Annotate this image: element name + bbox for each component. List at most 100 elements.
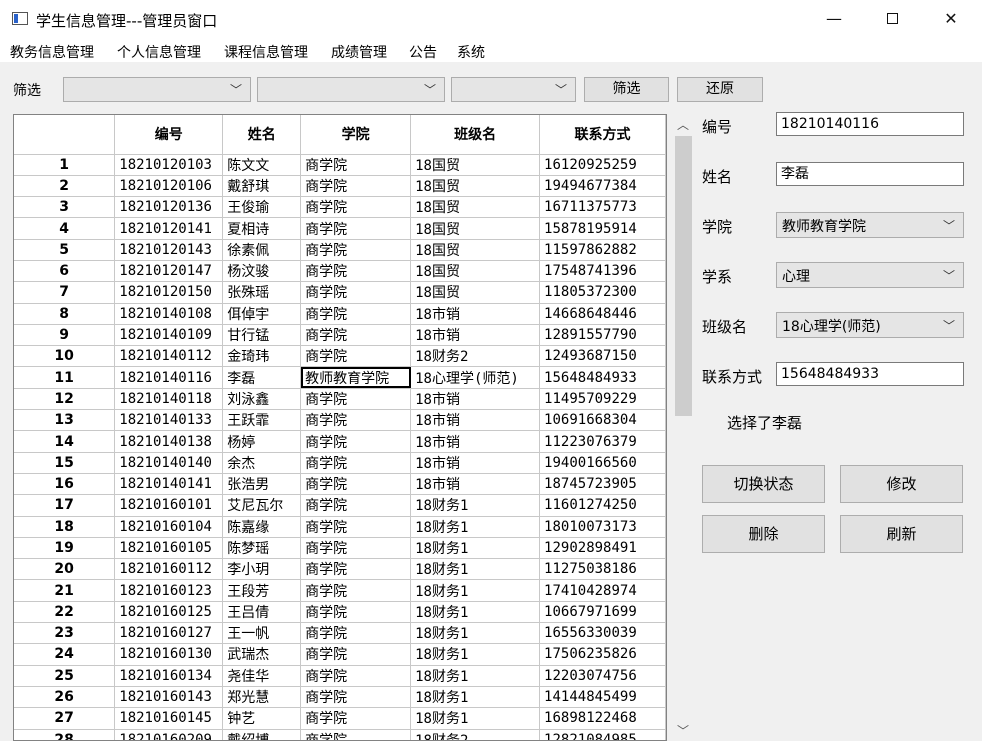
table-row[interactable]: 7 18210120150 张殊瑶 商学院 18国贸 11805372300 [14, 281, 666, 304]
college-cell[interactable]: 商学院 [300, 196, 412, 219]
phone-cell[interactable]: 19494677384 [539, 175, 666, 198]
class-cell[interactable]: 18市销 [410, 473, 541, 496]
menu-personal[interactable]: 个人信息管理 [117, 42, 201, 62]
table-row[interactable]: 25 18210160134 尧佳华 商学院 18财务1 12203074756 [14, 665, 666, 687]
phone-cell[interactable]: 16898122468 [539, 707, 666, 730]
delete-button[interactable]: 删除 [702, 515, 825, 553]
phone-cell[interactable]: 11597862882 [539, 239, 666, 261]
class-select[interactable]: 18心理学(师范) ﹀ [776, 312, 964, 338]
college-cell[interactable]: 商学院 [300, 452, 412, 474]
college-cell[interactable]: 商学院 [300, 516, 412, 538]
class-cell[interactable]: 18市销 [410, 388, 541, 411]
phone-cell[interactable]: 11601274250 [539, 494, 666, 517]
row-number[interactable]: 26 [14, 686, 116, 709]
student-id-cell[interactable]: 18210120141 [114, 217, 224, 240]
student-name-cell[interactable]: 王俊瑜 [222, 196, 302, 219]
phone-cell[interactable]: 17410428974 [539, 579, 666, 602]
id-field[interactable]: 18210140116 [776, 112, 964, 136]
phone-cell[interactable]: 11223076379 [539, 430, 666, 453]
phone-cell[interactable]: 11805372300 [539, 281, 666, 304]
phone-cell[interactable]: 15878195914 [539, 217, 666, 240]
student-name-cell[interactable]: 李磊 [222, 366, 302, 389]
student-name-cell[interactable]: 钟艺 [222, 707, 302, 730]
student-id-cell[interactable]: 18210140108 [114, 303, 224, 325]
college-cell[interactable]: 商学院 [300, 409, 412, 432]
student-id-cell[interactable]: 18210120143 [114, 239, 224, 261]
filter-combo-1[interactable]: ﹀ [63, 77, 251, 102]
table-row[interactable]: 15 18210140140 余杰 商学院 18市销 19400166560 [14, 452, 666, 474]
student-name-cell[interactable]: 陈嘉缘 [222, 516, 302, 538]
filter-button[interactable]: 筛选 [584, 77, 669, 102]
student-id-cell[interactable]: 18210140112 [114, 345, 224, 368]
student-name-cell[interactable]: 张殊瑶 [222, 281, 302, 304]
student-name-cell[interactable]: 王吕倩 [222, 601, 302, 624]
student-id-cell[interactable]: 18210160134 [114, 665, 224, 687]
student-id-cell[interactable]: 18210120103 [114, 154, 224, 176]
class-cell[interactable]: 18财务1 [410, 579, 541, 602]
class-cell[interactable]: 18财务1 [410, 643, 541, 666]
phone-cell[interactable]: 18745723905 [539, 473, 666, 496]
table-row[interactable]: 17 18210160101 艾尼瓦尔 商学院 18财务1 11601274250 [14, 494, 666, 517]
phone-header[interactable]: 联系方式 [539, 115, 666, 155]
table-row[interactable]: 4 18210120141 夏相诗 商学院 18国贸 15878195914 [14, 217, 666, 240]
student-name-cell[interactable]: 李小玥 [222, 558, 302, 581]
table-row[interactable]: 28 18210160209 戴绍博 商学院 18财务2 12821084985 [14, 729, 666, 740]
student-table[interactable]: 编号 姓名 学院 班级名 联系方式 1 18210120103 陈文文 商学院 18国贸 1612… [13, 114, 667, 741]
row-number[interactable]: 14 [14, 430, 116, 453]
id-header[interactable]: 编号 [114, 115, 224, 155]
row-number[interactable]: 20 [14, 558, 116, 581]
phone-cell[interactable]: 15648484933 [539, 366, 666, 389]
menu-academic[interactable]: 教务信息管理 [10, 42, 94, 62]
student-id-cell[interactable]: 18210160101 [114, 494, 224, 517]
row-number[interactable]: 25 [14, 665, 116, 687]
row-number[interactable]: 1 [14, 154, 116, 176]
toggle-status-button[interactable]: 切换状态 [702, 465, 825, 503]
row-number[interactable]: 22 [14, 601, 116, 624]
row-number[interactable]: 28 [14, 729, 116, 740]
scroll-up-icon[interactable]: ︿ [677, 116, 689, 133]
phone-cell[interactable]: 14668648446 [539, 303, 666, 325]
refresh-button[interactable]: 刷新 [840, 515, 963, 553]
class-cell[interactable]: 18市销 [410, 409, 541, 432]
table-row[interactable]: 14 18210140138 杨婷 商学院 18市销 11223076379 [14, 430, 666, 453]
table-row[interactable]: 22 18210160125 王吕倩 商学院 18财务1 10667971699 [14, 601, 666, 624]
phone-cell[interactable]: 12902898491 [539, 537, 666, 560]
college-cell[interactable]: 商学院 [300, 239, 412, 261]
college-cell[interactable]: 商学院 [300, 154, 412, 176]
student-id-cell[interactable]: 18210160112 [114, 558, 224, 581]
student-name-cell[interactable]: 王跃霏 [222, 409, 302, 432]
row-number[interactable]: 17 [14, 494, 116, 517]
phone-cell[interactable]: 16120925259 [539, 154, 666, 176]
table-row[interactable]: 9 18210140109 甘行锰 商学院 18市销 12891557790 [14, 324, 666, 347]
table-scrollbar[interactable]: ︿ ﹀ [672, 114, 694, 741]
row-number[interactable]: 23 [14, 622, 116, 645]
table-row[interactable]: 8 18210140108 佴倬宇 商学院 18市销 14668648446 [14, 303, 666, 325]
student-name-cell[interactable]: 王段芳 [222, 579, 302, 602]
class-cell[interactable]: 18财务1 [410, 494, 541, 517]
menu-system[interactable]: 系统 [457, 42, 485, 62]
student-id-cell[interactable]: 18210140109 [114, 324, 224, 347]
college-cell[interactable]: 商学院 [300, 303, 412, 325]
student-id-cell[interactable]: 18210140138 [114, 430, 224, 453]
table-row[interactable]: 23 18210160127 王一帆 商学院 18财务1 16556330039 [14, 622, 666, 645]
class-cell[interactable]: 18财务1 [410, 537, 541, 560]
row-number[interactable]: 18 [14, 516, 116, 538]
student-name-cell[interactable]: 戴舒琪 [222, 175, 302, 198]
student-name-cell[interactable]: 金琦玮 [222, 345, 302, 368]
college-cell[interactable]: 商学院 [300, 473, 412, 496]
college-cell[interactable]: 商学院 [300, 558, 412, 581]
student-id-cell[interactable]: 18210160209 [114, 729, 224, 740]
class-cell[interactable]: 18国贸 [410, 281, 541, 304]
row-number[interactable]: 5 [14, 239, 116, 261]
college-cell[interactable]: 商学院 [300, 707, 412, 730]
college-cell[interactable]: 商学院 [300, 729, 412, 740]
phone-cell[interactable]: 11275038186 [539, 558, 666, 581]
student-id-cell[interactable]: 18210160123 [114, 579, 224, 602]
student-id-cell[interactable]: 18210140140 [114, 452, 224, 474]
table-row[interactable]: 26 18210160143 郑光慧 商学院 18财务1 14144845499 [14, 686, 666, 709]
table-row[interactable]: 18 18210160104 陈嘉缘 商学院 18财务1 18010073173 [14, 516, 666, 538]
student-name-cell[interactable]: 徐素佩 [222, 239, 302, 261]
table-row[interactable]: 11 18210140116 李磊 教师教育学院 18心理学(师范) 1564848493… [14, 366, 666, 389]
student-name-cell[interactable]: 武瑞杰 [222, 643, 302, 666]
student-id-cell[interactable]: 18210160104 [114, 516, 224, 538]
